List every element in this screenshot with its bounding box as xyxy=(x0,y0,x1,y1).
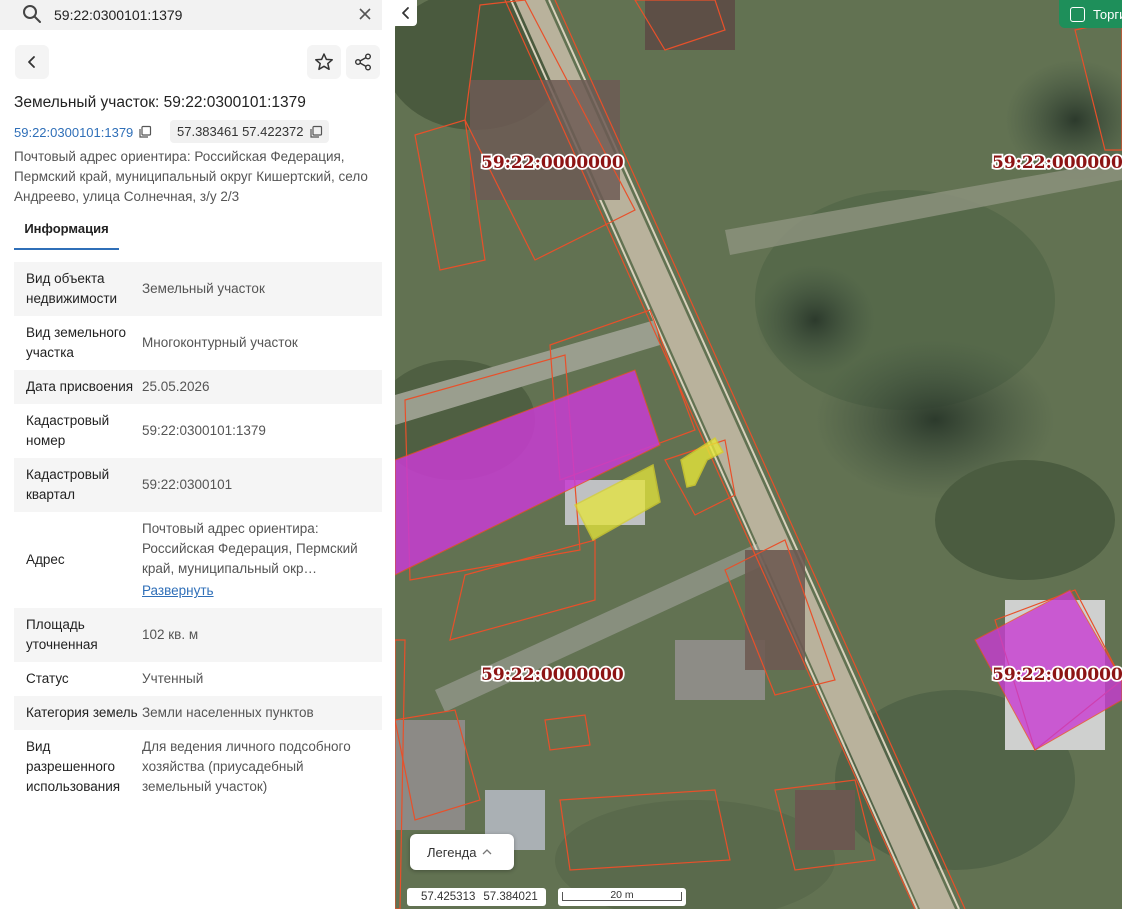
copy-icon[interactable] xyxy=(309,125,323,139)
coordinates-chip: 57.383461 57.422372 xyxy=(170,120,329,143)
info-key: Категория земель xyxy=(26,705,138,720)
search-icon xyxy=(23,5,41,23)
info-value: Земельный участок xyxy=(142,281,265,296)
map-view[interactable]: 59:22:0000000 59:22:0000000 59:22:000000… xyxy=(395,0,1122,909)
info-row-assign-date: Дата присвоения 25.05.2026 xyxy=(14,370,382,404)
coordinates-text: 57.383461 57.422372 xyxy=(177,124,304,139)
copy-icon[interactable] xyxy=(138,125,152,139)
info-value: 102 кв. м xyxy=(142,627,199,642)
scale-label: 20 m xyxy=(610,889,634,901)
search-bar xyxy=(0,0,382,30)
info-row-area: Площадь уточненная 102 кв. м xyxy=(14,608,382,662)
legend-button[interactable]: Легенда xyxy=(410,834,514,870)
info-value: Для ведения личного подсобного хозяйства… xyxy=(142,739,351,794)
info-key: Кадастровый квартал xyxy=(26,467,110,502)
info-value: Земли населенных пунктов xyxy=(142,705,314,720)
cadastral-number-link[interactable]: 59:22:0300101:1379 xyxy=(14,125,133,140)
page-title: Земельный участок: 59:22:0300101:1379 xyxy=(14,94,306,111)
info-row-parcel-type: Вид земельного участка Многоконтурный уч… xyxy=(14,316,382,370)
close-icon[interactable] xyxy=(356,5,374,23)
info-value: 59:22:0300101:1379 xyxy=(142,423,266,438)
info-panel: Земельный участок: 59:22:0300101:1379 59… xyxy=(0,0,395,909)
info-value: Многоконтурный участок xyxy=(142,335,298,350)
info-row-object-type: Вид объекта недвижимости Земельный участ… xyxy=(14,262,382,316)
torgi-label: Торги xyxy=(1093,6,1122,22)
share-icon xyxy=(355,53,371,71)
expand-link[interactable]: Развернуть xyxy=(142,581,374,601)
map-cadastral-label: 59:22:0000000 xyxy=(481,153,624,173)
info-key: Дата присвоения xyxy=(26,379,134,394)
scale-bar: 20 m xyxy=(558,888,686,906)
share-button[interactable] xyxy=(346,45,380,79)
info-key: Статус xyxy=(26,671,69,686)
info-value: 25.05.2026 xyxy=(142,379,210,394)
chevron-up-icon xyxy=(482,849,492,855)
info-value: Учтенный xyxy=(142,671,204,686)
back-button[interactable] xyxy=(15,45,49,79)
info-row-permitted-use: Вид разрешенного использования Для веден… xyxy=(14,730,382,804)
checkbox-icon[interactable] xyxy=(1070,6,1085,22)
chevron-left-icon xyxy=(402,7,409,19)
torgi-toggle[interactable]: Торги xyxy=(1059,0,1122,28)
info-table: Вид объекта недвижимости Земельный участ… xyxy=(14,262,382,804)
satellite-map[interactable]: 59:22:0000000 59:22:0000000 59:22:000000… xyxy=(395,0,1122,909)
info-value-wrap: Почтовый адрес ориентира: Российская Фед… xyxy=(142,519,382,601)
info-row-status: Статус Учтенный xyxy=(14,662,382,696)
map-cadastral-label: 59:22:0000000 xyxy=(992,665,1122,685)
info-row-address: Адрес Почтовый адрес ориентира: Российск… xyxy=(14,512,382,608)
info-row-land-category: Категория земель Земли населенных пункто… xyxy=(14,696,382,730)
info-key: Площадь уточненная xyxy=(26,617,98,652)
info-key: Вид земельного участка xyxy=(26,325,127,360)
search-input[interactable] xyxy=(54,5,344,25)
legend-label: Легенда xyxy=(427,844,477,860)
cadastral-number-line: 59:22:0300101:1379 xyxy=(14,120,152,144)
info-value: Почтовый адрес ориентира: Российская Фед… xyxy=(142,521,358,576)
map-cadastral-label: 59:22:0000000 xyxy=(992,153,1122,173)
info-value: 59:22:0300101 xyxy=(142,477,233,492)
info-row-cadastral-block: Кадастровый квартал 59:22:0300101 xyxy=(14,458,382,512)
star-icon xyxy=(315,53,333,71)
info-row-cadastral-number: Кадастровый номер 59:22:0300101:1379 xyxy=(14,404,382,458)
tab-information[interactable]: Информация xyxy=(14,212,119,250)
info-key: Кадастровый номер xyxy=(26,413,110,448)
cursor-coordinates: 57.425313 57.384021 xyxy=(407,888,546,906)
collapse-panel-button[interactable] xyxy=(395,0,417,26)
info-key: Вид разрешенного использования xyxy=(26,739,121,794)
postal-address: Почтовый адрес ориентира: Российская Фед… xyxy=(14,149,368,204)
chevron-left-icon xyxy=(28,56,35,68)
info-key: Адрес xyxy=(26,552,65,567)
favorite-button[interactable] xyxy=(307,45,341,79)
cursor-lat: 57.425313 xyxy=(421,891,476,903)
cursor-lon: 57.384021 xyxy=(483,891,538,903)
map-cadastral-label: 59:22:0000000 xyxy=(481,665,624,685)
info-key: Вид объекта недвижимости xyxy=(26,271,118,306)
